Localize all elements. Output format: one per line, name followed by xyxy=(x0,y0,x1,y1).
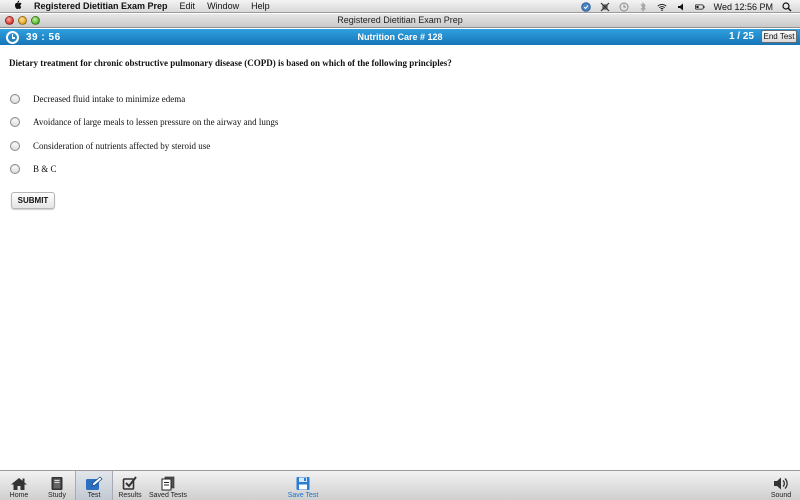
bottom-tab-bar: Home Study Test Results Saved Tests Save… xyxy=(0,470,800,500)
speaker-icon xyxy=(774,477,788,490)
tab-label: Study xyxy=(48,492,66,499)
menu-help[interactable]: Help xyxy=(251,1,270,11)
answer-option-a[interactable]: Decreased fluid intake to minimize edema xyxy=(10,93,185,105)
test-header: 39 : 56 Nutrition Care # 128 1 / 25 End … xyxy=(0,29,800,45)
test-title: Nutrition Care # 128 xyxy=(357,32,443,42)
tab-label: Test xyxy=(87,492,101,499)
tab-label: Results xyxy=(118,492,142,499)
sync-icon[interactable] xyxy=(600,2,610,12)
bluetooth-icon[interactable] xyxy=(638,1,648,12)
battery-icon[interactable] xyxy=(694,2,705,12)
tab-save-test[interactable]: Save Test xyxy=(284,471,322,500)
submit-button[interactable]: SUBMIT xyxy=(11,192,55,209)
time-machine-icon[interactable] xyxy=(619,2,629,12)
volume-icon[interactable] xyxy=(676,2,686,12)
home-icon xyxy=(11,478,27,490)
menu-bar: Registered Dietitian Exam Prep Edit Wind… xyxy=(0,0,800,13)
end-test-button[interactable]: End Test xyxy=(761,30,797,43)
menu-window[interactable]: Window xyxy=(207,1,239,11)
wifi-icon[interactable] xyxy=(657,2,667,12)
answer-option-c[interactable]: Consideration of nutrients affected by s… xyxy=(10,140,210,152)
menu-app-name[interactable]: Registered Dietitian Exam Prep xyxy=(34,1,168,11)
dropbox-icon[interactable] xyxy=(580,1,591,12)
documents-icon xyxy=(161,476,175,491)
radio-button[interactable] xyxy=(10,117,20,127)
question-text: Dietary treatment for chronic obstructiv… xyxy=(9,58,452,68)
answer-label[interactable]: Avoidance of large meals to lessen press… xyxy=(33,117,278,127)
book-icon xyxy=(51,477,63,490)
tab-test[interactable]: Test xyxy=(75,471,113,500)
checkbox-icon xyxy=(122,476,137,490)
answer-option-b[interactable]: Avoidance of large meals to lessen press… xyxy=(10,116,278,128)
menu-edit[interactable]: Edit xyxy=(180,1,196,11)
tab-label: Home xyxy=(9,492,29,499)
answer-label[interactable]: B & C xyxy=(33,164,57,174)
tab-results[interactable]: Results xyxy=(115,471,145,500)
question-progress: 1 / 25 xyxy=(728,31,754,42)
pencil-icon xyxy=(86,476,103,490)
window-title: Registered Dietitian Exam Prep xyxy=(337,15,463,25)
tab-label: Saved Tests xyxy=(148,492,187,499)
tab-study[interactable]: Study xyxy=(42,471,72,500)
answer-option-d[interactable]: B & C xyxy=(10,163,57,175)
answer-label[interactable]: Decreased fluid intake to minimize edema xyxy=(33,94,185,104)
apple-icon[interactable] xyxy=(10,0,24,13)
answer-label[interactable]: Consideration of nutrients affected by s… xyxy=(33,141,210,151)
tab-label: Sound xyxy=(770,492,792,499)
timer-display: 39 : 56 xyxy=(26,31,61,43)
tab-home[interactable]: Home xyxy=(4,471,34,500)
spotlight-icon[interactable] xyxy=(782,1,792,12)
radio-button[interactable] xyxy=(10,164,20,174)
floppy-icon xyxy=(296,477,310,490)
tab-sound[interactable]: Sound xyxy=(766,471,796,500)
timer-clock-icon xyxy=(6,30,19,44)
radio-button[interactable] xyxy=(10,94,20,104)
window-title-bar: Registered Dietitian Exam Prep xyxy=(0,14,800,28)
radio-button[interactable] xyxy=(10,141,20,151)
menu-clock[interactable]: Wed 12:56 PM xyxy=(714,2,773,12)
tab-label: Save Test xyxy=(287,492,319,499)
tab-saved-tests[interactable]: Saved Tests xyxy=(146,471,190,500)
